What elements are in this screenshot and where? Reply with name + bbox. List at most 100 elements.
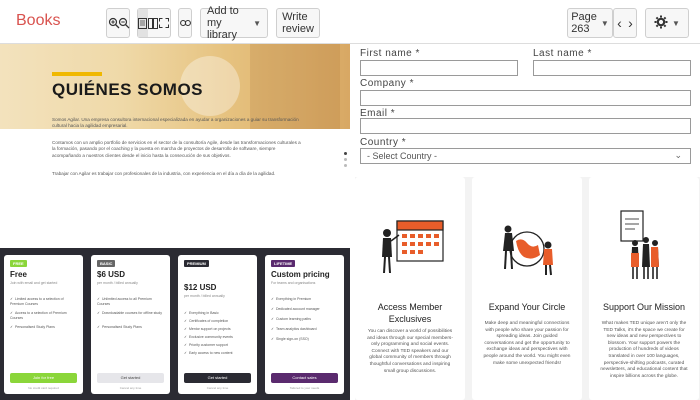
chevron-down-icon: ▼ <box>253 18 261 28</box>
country-select[interactable]: - Select Country - ⌄ <box>360 148 691 164</box>
plan-feature: ✓ Certificates of completion <box>184 319 252 324</box>
feature-card-expand-circle: Expand Your Circle Make deep and meaning… <box>472 177 582 400</box>
pricing-card-free: FREE Free Join with email and get starte… <box>4 255 83 394</box>
plan-feature-text: Exclusive community events <box>188 335 233 339</box>
viewer-window: Books Add to my library ▼ Write review P… <box>0 0 700 400</box>
link-icon <box>179 19 191 27</box>
page-nav-group: ‹ › <box>613 8 637 38</box>
plan-feature-text: Single sign-on (SSO) <box>275 337 309 341</box>
chevron-down-icon: ⌄ <box>674 150 682 160</box>
plan-name: Custom pricing <box>271 270 330 279</box>
last-name-field[interactable] <box>533 60 691 76</box>
feature-card-support-mission: Support Our Mission What makes TED uniqu… <box>589 177 699 400</box>
single-page-icon[interactable] <box>138 9 148 37</box>
calendar-person-illustration <box>355 207 465 287</box>
plan-feature-text: Downloadable courses for offline study <box>101 311 162 315</box>
join-free-button[interactable]: Join for free <box>10 373 77 383</box>
plan-badge: PREMIUM <box>184 260 209 267</box>
prev-page-icon[interactable]: ‹ <box>614 15 625 31</box>
next-page-icon[interactable]: › <box>625 15 636 31</box>
check-icon: ✓ <box>271 317 274 321</box>
check-icon: ✓ <box>97 325 100 329</box>
group-board-illustration <box>589 207 699 287</box>
feature-description: What makes TED unique aren't only the TE… <box>600 321 688 379</box>
check-icon: ✓ <box>184 327 187 331</box>
chevron-down-icon: ▼ <box>672 18 680 28</box>
check-icon: ✓ <box>10 311 13 315</box>
plan-feature: ✓ Downloadable courses for offline study <box>97 311 165 316</box>
plan-feature: ✓ Unlimited access to all Premium Courses <box>97 297 165 306</box>
plan-badge: FREE <box>10 260 27 267</box>
fullscreen-icon[interactable] <box>159 18 170 28</box>
add-to-library-button[interactable]: Add to my library ▼ <box>200 5 268 41</box>
pricing-card-lifetime: LIFETIME Custom pricing For teams and or… <box>265 255 344 394</box>
write-review-label: Write review <box>282 11 314 35</box>
page-number: Page 263 <box>571 11 597 35</box>
page-heading: QUIÉNES SOMOS <box>52 80 204 99</box>
plan-feature: ✓ Personalised Study Plans <box>10 325 78 330</box>
plan-feature: ✓ Exclusive community events <box>184 335 252 340</box>
check-icon: ✓ <box>184 335 187 339</box>
plan-badge: BASIC <box>97 260 116 267</box>
check-icon: ✓ <box>271 337 274 341</box>
pricing-card-premium: PREMIUM $12 USD per month / billed annua… <box>178 255 257 394</box>
check-icon: ✓ <box>97 297 100 301</box>
plan-feature: ✓ Personalised Study Plans <box>97 325 165 330</box>
first-name-field[interactable] <box>360 60 518 76</box>
plan-feature: ✓ Everything in Basic <box>184 311 252 316</box>
plan-feature-text: Custom learning paths <box>275 317 311 321</box>
get-started-basic-button[interactable]: Get started <box>97 373 164 383</box>
plan-note: Tailored to your needs <box>289 386 320 390</box>
plan-feature-text: Early access to new content <box>188 351 233 355</box>
book-page-left: QUIÉNES SOMOS Somos Agilar. Una empresa … <box>0 44 350 246</box>
get-started-premium-button[interactable]: Get started <box>184 373 251 383</box>
plan-feature-text: Everything in Basic <box>188 311 219 315</box>
feature-title: Expand Your Circle <box>488 302 566 312</box>
plan-feature: ✓ Custom learning paths <box>271 317 339 322</box>
check-icon: ✓ <box>271 327 274 331</box>
email-field[interactable] <box>360 118 691 134</box>
page-layout-group <box>137 8 171 38</box>
plan-feature: ✓ Access to a selection of Premium Course… <box>10 311 78 320</box>
page-select[interactable]: Page 263 ▼ <box>567 8 613 38</box>
zoom-out-button[interactable] <box>118 8 130 38</box>
heading-accent-bar <box>52 72 102 76</box>
plan-name: Free <box>10 270 27 279</box>
gear-icon <box>654 15 668 32</box>
check-icon: ✓ <box>10 297 13 301</box>
plan-subtitle: per month / billed annually <box>184 294 225 298</box>
plan-feature: ✓ Dedicated account manager <box>271 307 339 312</box>
plan-feature: ✓ Limited access to a selection of Premiu… <box>10 297 78 306</box>
page-indicator[interactable] <box>344 152 347 167</box>
plan-subtitle: per month / billed annually <box>97 281 138 285</box>
plan-feature: ✓ Single sign-on (SSO) <box>271 337 339 342</box>
plan-feature-text: Access to a selection of Premium Courses <box>10 311 67 320</box>
plan-feature: ✓ Mentor support on projects <box>184 327 252 332</box>
plan-feature-text: Personalised Study Plans <box>101 325 142 329</box>
globe-people-illustration <box>472 207 582 287</box>
write-review-button[interactable]: Write review <box>276 8 320 38</box>
settings-button[interactable]: ▼ <box>645 8 689 38</box>
closing-paragraph: Trabajar con Agilar es trabajar con prof… <box>52 171 276 176</box>
add-to-library-label: Add to my library <box>207 5 239 41</box>
double-page-icon[interactable] <box>148 17 159 29</box>
plan-feature-text: Priority customer support <box>188 343 228 347</box>
contact-sales-button[interactable]: Contact sales <box>271 373 338 383</box>
country-select-value: - Select Country - <box>367 151 438 161</box>
plan-feature: ✓ Priority customer support <box>184 343 252 348</box>
plan-feature-text: Personalised Study Plans <box>14 325 55 329</box>
contact-form: First name * Last name * Company * Email… <box>355 44 700 172</box>
first-name-label: First name * <box>360 48 420 59</box>
feature-title: Access Member Exclusives <box>377 302 443 324</box>
country-label: Country * <box>360 137 407 148</box>
pricing-section: FREE Free Join with email and get starte… <box>0 248 350 400</box>
plan-feature: ✓ Early access to new content <box>184 351 252 356</box>
brand-logo[interactable]: Books <box>16 12 60 30</box>
plan-feature-text: Unlimited access to all Premium Courses <box>97 297 152 306</box>
company-field[interactable] <box>360 90 691 106</box>
company-label: Company * <box>360 78 414 89</box>
toolbar: Books Add to my library ▼ Write review P… <box>0 0 700 44</box>
check-icon: ✓ <box>184 343 187 347</box>
zoom-out-icon <box>118 17 130 29</box>
link-button[interactable] <box>178 8 192 38</box>
